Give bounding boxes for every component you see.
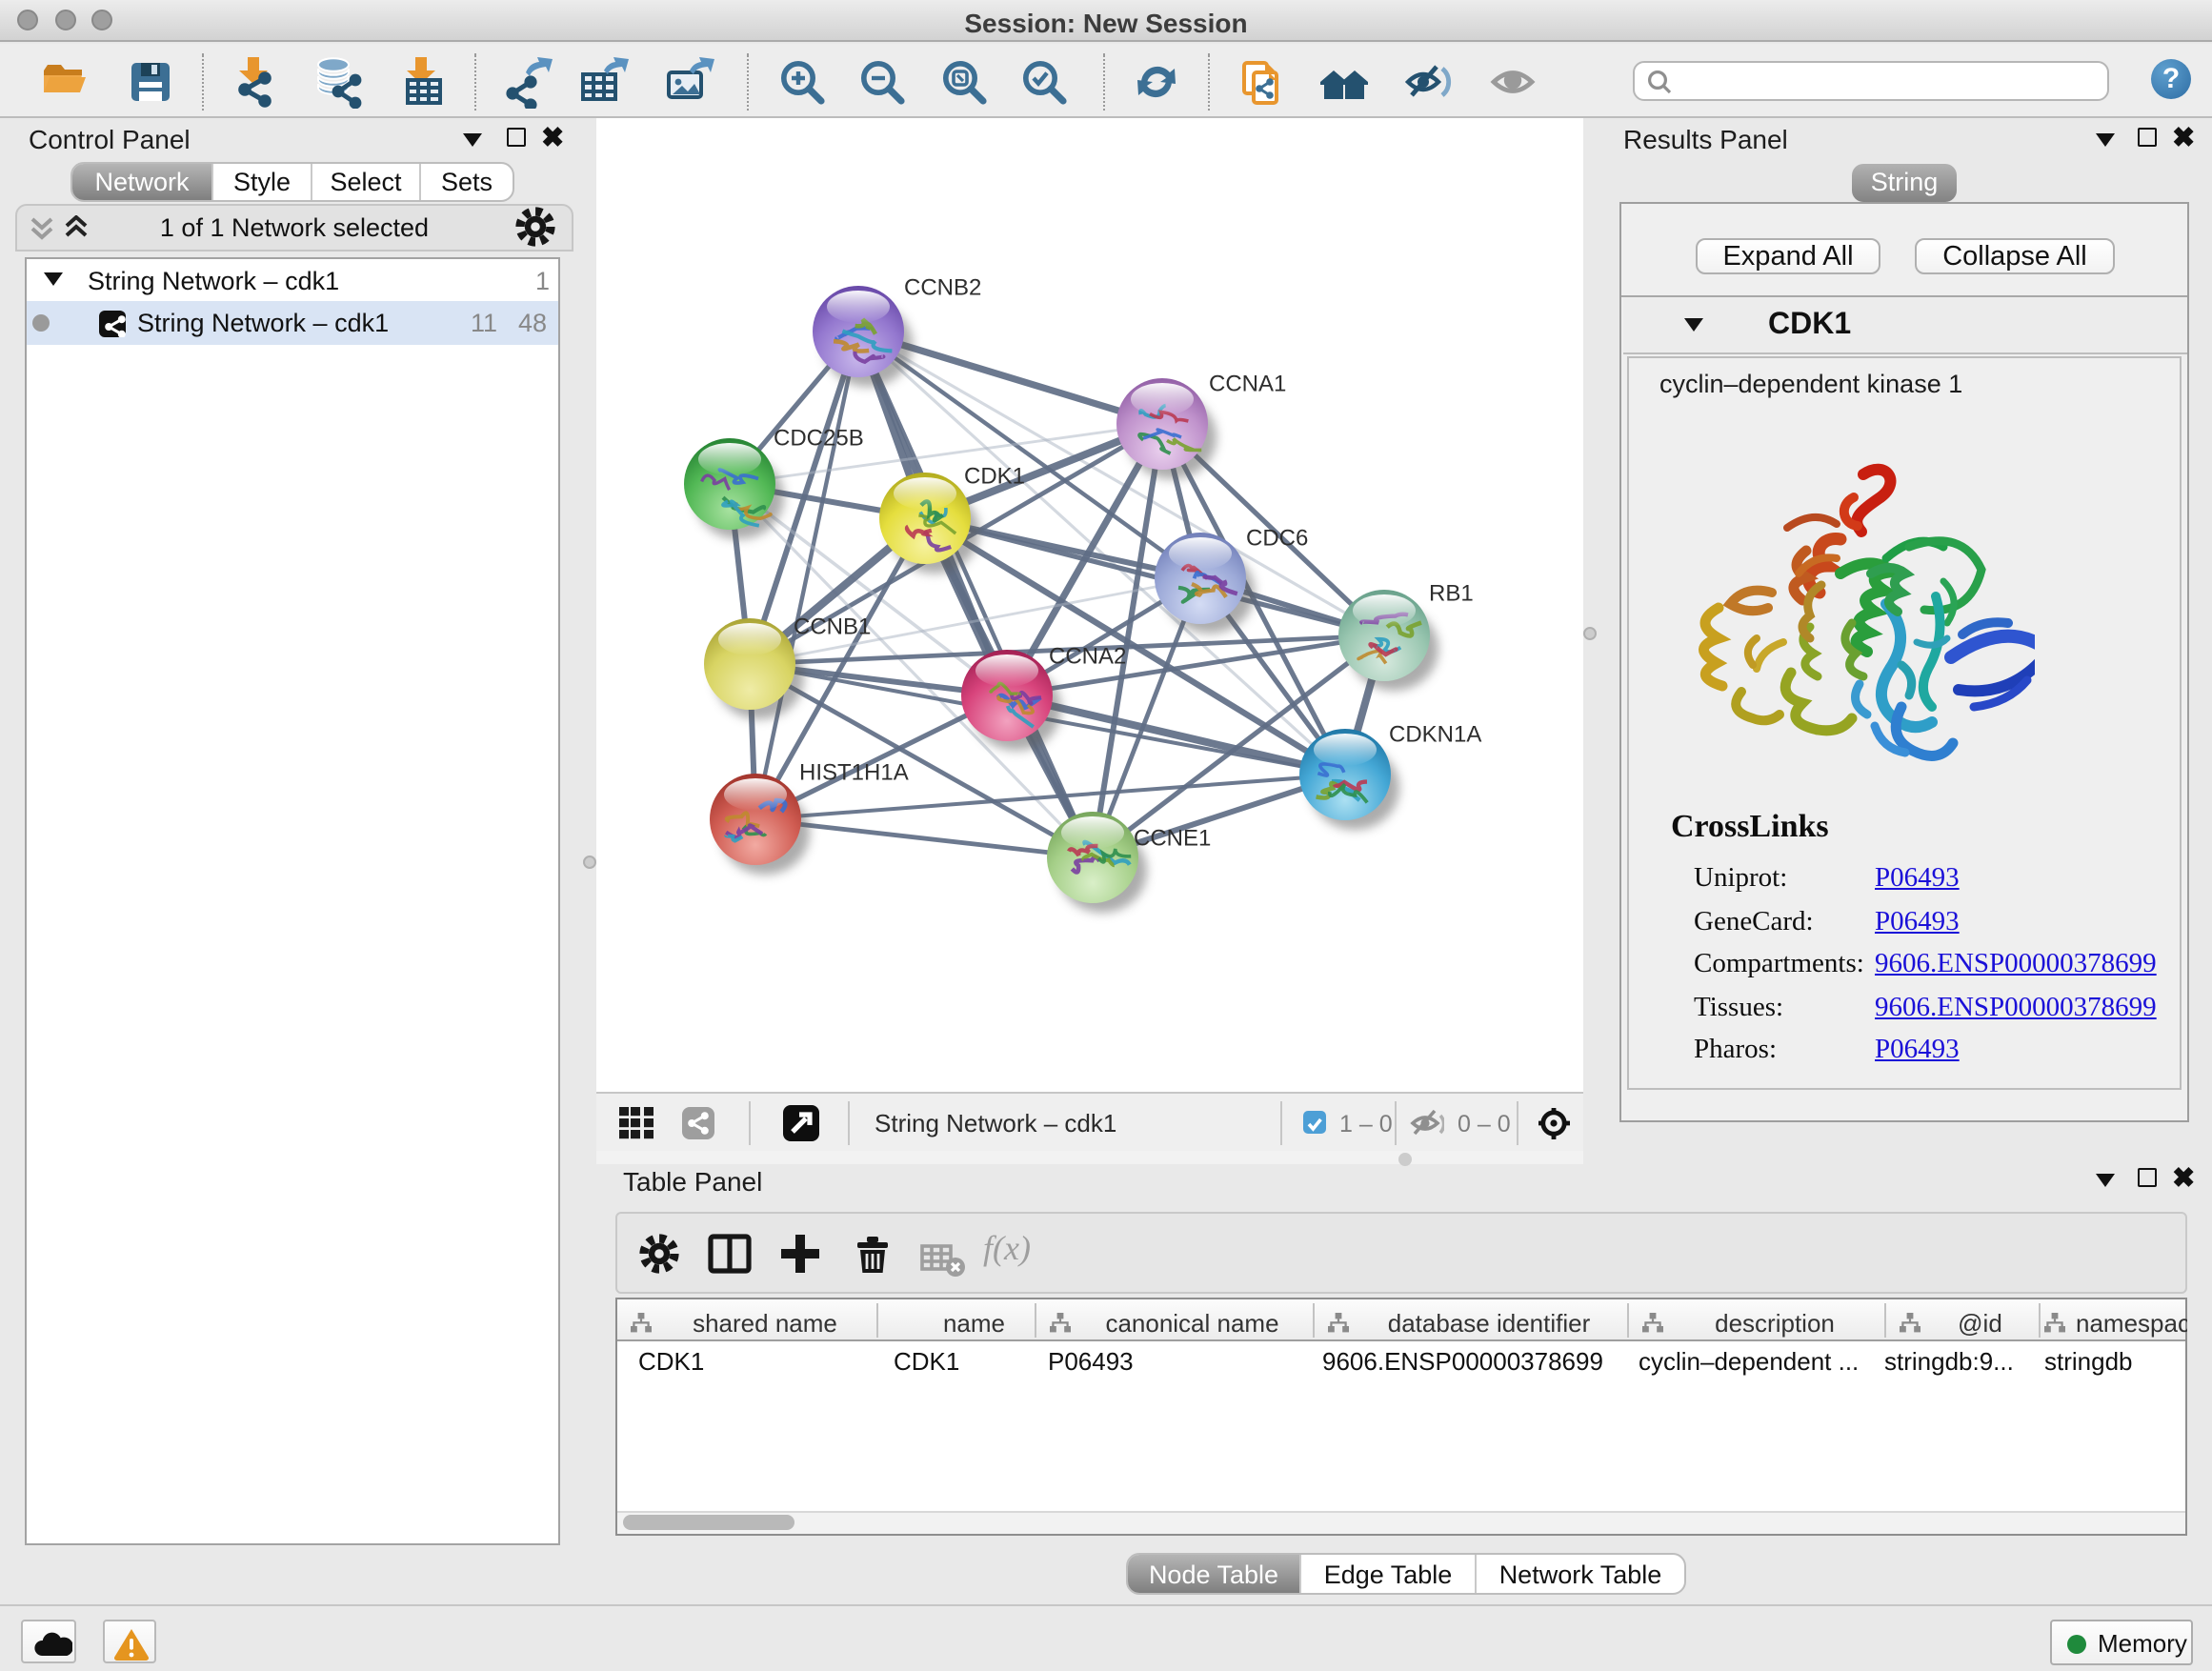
svg-text:CCNE1: CCNE1 — [1134, 825, 1211, 851]
svg-text:HIST1H1A: HIST1H1A — [799, 759, 909, 785]
svg-text:CCNB1: CCNB1 — [794, 614, 871, 639]
svg-text:CDC25B: CDC25B — [774, 425, 864, 451]
svg-text:CDC6: CDC6 — [1246, 525, 1308, 551]
svg-text:RB1: RB1 — [1429, 580, 1474, 606]
svg-text:CDK1: CDK1 — [964, 463, 1025, 489]
svg-text:CCNA1: CCNA1 — [1209, 371, 1286, 396]
svg-text:CDKN1A: CDKN1A — [1389, 721, 1481, 747]
svg-text:CCNA2: CCNA2 — [1049, 643, 1126, 669]
svg-text:CCNB2: CCNB2 — [904, 274, 981, 300]
